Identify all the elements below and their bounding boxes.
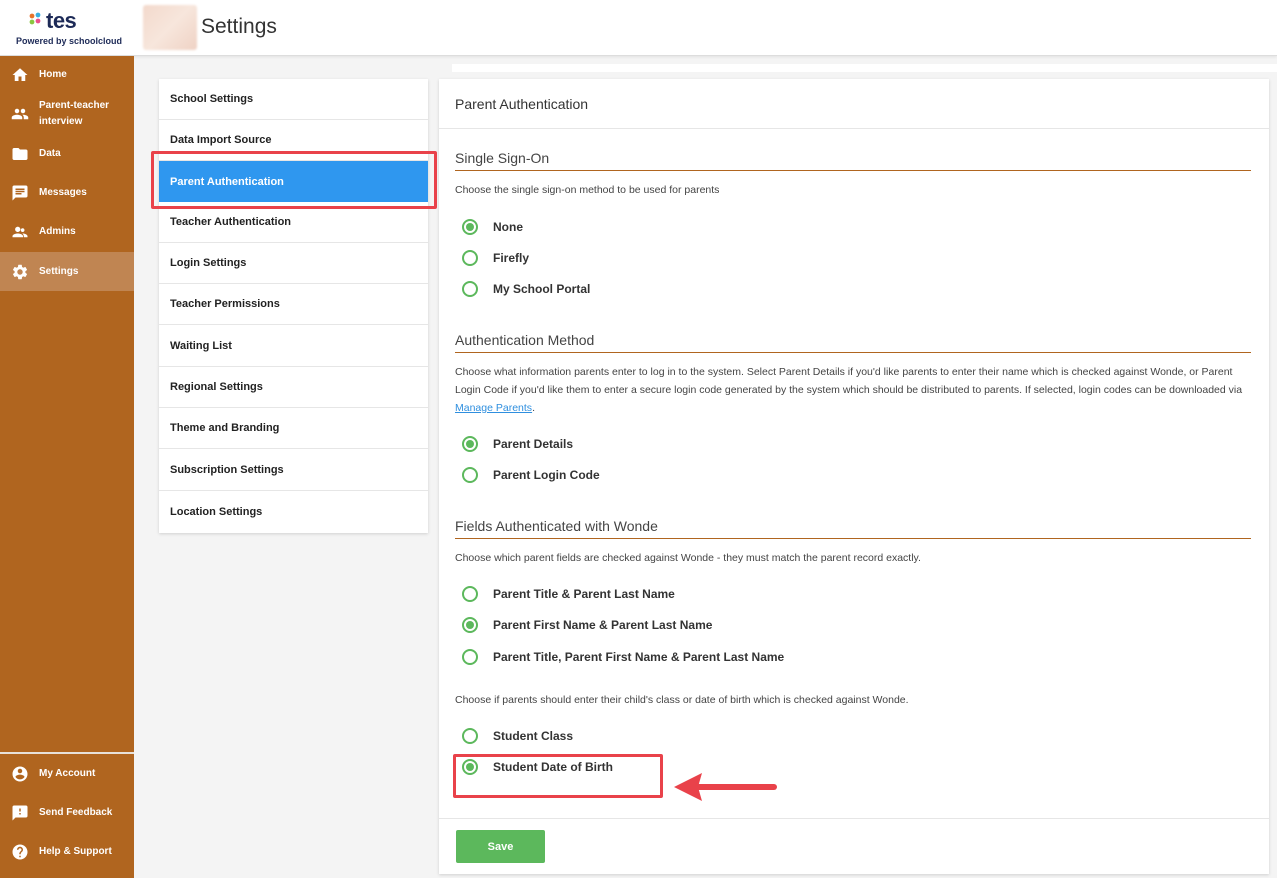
panel-title: Parent Authentication [455,96,589,112]
folder-icon [11,145,29,163]
sidebar-item-label: Home [39,69,67,80]
radio-label: Parent Title & Parent Last Name [493,587,675,601]
section-rule [455,538,1251,539]
help-icon [11,843,29,861]
top-strip [452,64,1277,72]
menu-item-location-settings[interactable]: Location Settings [159,491,428,532]
menu-item-regional-settings[interactable]: Regional Settings [159,367,428,408]
radio-label: Parent First Name & Parent Last Name [493,618,713,632]
panel-footer-divider [439,818,1269,819]
menu-item-theme-and-branding[interactable]: Theme and Branding [159,408,428,449]
sidebar-item-label: Data [39,148,61,159]
radio-first-last-name[interactable]: Parent First Name & Parent Last Name [462,617,712,633]
menu-item-login-settings[interactable]: Login Settings [159,243,428,284]
student-fields-description: Choose if parents should enter their chi… [455,694,909,706]
radio-button[interactable] [462,586,478,602]
radio-button[interactable] [462,219,478,235]
sidebar-item-settings[interactable]: Settings [0,252,134,291]
radio-sso-firefly[interactable]: Firefly [462,250,529,266]
radio-parent-login-code[interactable]: Parent Login Code [462,467,600,483]
radio-label: Student Class [493,729,574,743]
tes-logo[interactable]: tes Powered by schoolcloud [14,8,124,48]
feedback-icon [11,804,29,822]
manage-parents-link[interactable]: Manage Parents [455,402,532,414]
highlight-box-menu [151,151,437,209]
radio-button[interactable] [462,467,478,483]
section-rule [455,352,1251,353]
sidebar-item-my-account[interactable]: My Account [0,763,134,785]
radio-button[interactable] [462,281,478,297]
save-button[interactable]: Save [456,830,545,863]
radio-parent-details[interactable]: Parent Details [462,436,573,452]
tes-logo-icon [29,12,41,25]
panel-divider [439,128,1269,129]
settings-menu: School Settings Data Import Source Paren… [159,79,428,533]
section-title-sso: Single Sign-On [455,150,550,166]
section-title-fields: Fields Authenticated with Wonde [455,518,658,534]
sso-description: Choose the single sign-on method to be u… [455,184,720,196]
account-icon [11,765,29,783]
radio-button[interactable] [462,617,478,633]
radio-label: Parent Login Code [493,468,600,482]
auth-method-description: Choose what information parents enter to… [455,363,1255,417]
radio-button[interactable] [462,649,478,665]
logo-text: tes [46,8,77,33]
radio-label: Parent Title, Parent First Name & Parent… [493,650,785,664]
menu-item-subscription-settings[interactable]: Subscription Settings [159,450,428,491]
sidebar-item-label: Admins [39,226,76,237]
sidebar-item-label: Help & Support [39,846,112,857]
section-rule [455,170,1251,171]
menu-item-teacher-permissions[interactable]: Teacher Permissions [159,284,428,325]
radio-label: None [493,220,523,234]
section-title-auth-method: Authentication Method [455,332,595,348]
menu-item-school-settings[interactable]: School Settings [159,79,428,120]
home-icon [11,66,29,84]
sidebar-item-send-feedback[interactable]: Send Feedback [0,802,134,824]
radio-label: My School Portal [493,282,591,296]
sidebar-item-admins[interactable]: Admins [0,221,134,243]
red-arrow-icon [674,773,777,801]
people-icon [11,105,29,123]
powered-by-text: Powered by schoolcloud [16,36,123,46]
radio-button[interactable] [462,250,478,266]
sidebar-item-label: Parent-teacher interview [39,100,110,127]
radio-sso-none[interactable]: None [462,219,523,235]
sidebar-item-label: My Account [39,768,96,779]
sidebar-item-data[interactable]: Data [0,143,134,165]
page-title: Settings [201,15,277,38]
highlight-box-dob [453,754,663,798]
sidebar-divider [0,752,134,754]
sidebar-item-label: Send Feedback [39,807,113,818]
description-period: . [532,402,535,414]
radio-sso-my-school-portal[interactable]: My School Portal [462,281,590,297]
gear-icon [11,263,29,281]
fields-description: Choose which parent fields are checked a… [455,552,921,564]
radio-label: Parent Details [493,437,574,451]
radio-title-last-name[interactable]: Parent Title & Parent Last Name [462,586,675,602]
school-logo-avatar [143,5,197,50]
sidebar-item-messages[interactable]: Messages [0,182,134,204]
sidebar-item-label: Messages [39,187,87,198]
auth-method-description-text: Choose what information parents enter to… [455,366,1243,396]
sidebar-item-help-support[interactable]: Help & Support [0,841,134,863]
radio-student-class[interactable]: Student Class [462,728,573,744]
sidebar: Home Parent-teacher interview Data Messa… [0,56,134,878]
radio-title-first-last-name[interactable]: Parent Title, Parent First Name & Parent… [462,649,784,665]
radio-button[interactable] [462,728,478,744]
admins-icon [11,223,29,241]
sidebar-item-label: Settings [39,265,79,277]
radio-label: Firefly [493,251,530,265]
top-bar: tes Powered by schoolcloud Settings [0,0,1277,56]
message-icon [11,184,29,202]
sidebar-item-parent-teacher-interview[interactable]: Parent-teacher interview [0,98,134,130]
menu-item-waiting-list[interactable]: Waiting List [159,326,428,367]
radio-button[interactable] [462,436,478,452]
sidebar-item-home[interactable]: Home [0,64,134,86]
